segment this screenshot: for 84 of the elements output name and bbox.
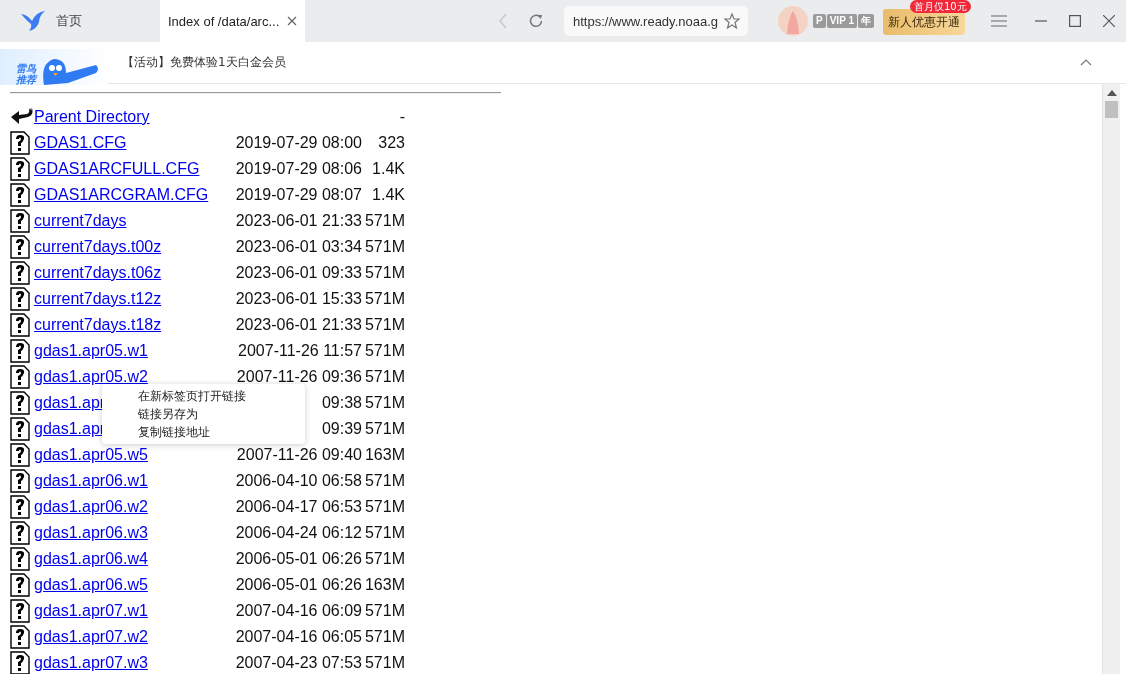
modified-date: 2007-04-23 07:53 bbox=[235, 654, 362, 671]
vip-badge: 年 bbox=[857, 14, 874, 28]
file-link[interactable]: GDAS1.CFG bbox=[34, 134, 127, 151]
file-size: 571M bbox=[364, 316, 405, 333]
file-link[interactable]: GDAS1ARCGRAM.CFG bbox=[34, 186, 209, 203]
file-link[interactable]: current7days.t12z bbox=[34, 290, 162, 307]
file-link[interactable]: current7days.t00z bbox=[34, 238, 162, 255]
file-link[interactable]: gdas1.apr05.w2 bbox=[34, 368, 148, 385]
file-size: 163M bbox=[364, 576, 405, 593]
file-size: 571M bbox=[364, 212, 405, 229]
modified-date: 2006-04-10 06:58 bbox=[235, 472, 362, 489]
modified-date: 2019-07-29 08:07 bbox=[235, 186, 362, 203]
file-link[interactable]: gdas1.apr06.w3 bbox=[34, 524, 148, 541]
file-link[interactable]: current7days bbox=[34, 212, 127, 229]
file-link[interactable]: gdas1.apr05.w1 bbox=[34, 342, 148, 359]
scrollbar[interactable] bbox=[1102, 84, 1120, 674]
modified-date: 2019-07-29 08:00 bbox=[235, 134, 362, 151]
file-link[interactable]: current7days.t18z bbox=[34, 316, 162, 333]
file-link[interactable]: gdas1.apr06.w1 bbox=[34, 472, 148, 489]
collapse-icon[interactable] bbox=[1080, 59, 1092, 66]
file-size: 571M bbox=[364, 498, 405, 515]
browser-tab[interactable]: Index of /data/arc... bbox=[160, 0, 305, 42]
reload-icon[interactable] bbox=[528, 13, 544, 29]
browser-tab[interactable]: 首页 bbox=[0, 0, 160, 42]
modified-date: 09:38 bbox=[321, 394, 362, 411]
bird-logo-icon bbox=[20, 10, 46, 32]
file-link[interactable]: gdas1.apr06.w5 bbox=[34, 576, 148, 593]
file-size: 323 bbox=[378, 134, 405, 151]
menu-icon[interactable] bbox=[990, 15, 1007, 27]
file-link[interactable]: gdas1.apr06.w2 bbox=[34, 498, 148, 515]
close-icon[interactable] bbox=[287, 16, 298, 26]
modified-date: 2006-04-24 06:12 bbox=[235, 524, 362, 541]
maximize-icon[interactable] bbox=[1068, 15, 1081, 27]
modified-date: 2006-04-17 06:53 bbox=[235, 498, 362, 515]
modified-date: 2023-06-01 21:33 bbox=[235, 212, 362, 229]
file-link[interactable]: gdas1.apr07.w1 bbox=[34, 602, 148, 619]
file-size: 571M bbox=[364, 524, 405, 541]
logo-text: 雷鸟 bbox=[16, 62, 36, 74]
file-size: 1.4K bbox=[372, 160, 405, 177]
modified-date: 2023-06-01 15:33 bbox=[235, 290, 362, 307]
file-size: 1.4K bbox=[372, 186, 405, 203]
file-link[interactable]: gdas1.apr05.w5 bbox=[34, 446, 148, 463]
promo-badge: 首月仅10元 bbox=[909, 0, 971, 13]
address-field[interactable]: https://www.ready.noaa.g bbox=[564, 6, 748, 36]
modified-date: 2023-06-01 03:34 bbox=[235, 238, 362, 255]
file-size: 571M bbox=[364, 550, 405, 567]
file-size: 163M bbox=[364, 446, 405, 463]
file-link[interactable]: GDAS1ARCFULL.CFG bbox=[34, 160, 200, 177]
modified-date: 2007-11-26 09:40 bbox=[236, 446, 362, 463]
file-size: 571M bbox=[364, 368, 405, 385]
modified-date: 2023-06-01 21:33 bbox=[235, 316, 362, 333]
file-link[interactable]: gdas1.apr06.w4 bbox=[34, 550, 148, 567]
file-link[interactable]: gdas1.apr07.w3 bbox=[34, 654, 148, 671]
modified-date: 2007-04-16 06:09 bbox=[235, 602, 362, 619]
file-size: 571M bbox=[364, 602, 405, 619]
file-link[interactable]: current7days.t06z bbox=[34, 264, 162, 281]
modified-date: 2006-05-01 06:26 bbox=[235, 576, 362, 593]
vip-badge: VIP 1 bbox=[826, 14, 857, 28]
file-size: 571M bbox=[364, 628, 405, 645]
star-icon[interactable] bbox=[724, 13, 740, 29]
file-link[interactable]: Parent Directory bbox=[34, 108, 150, 125]
close-icon[interactable] bbox=[1102, 15, 1115, 27]
promo-text[interactable]: 【活动】免费体验1天白金会员 bbox=[122, 54, 286, 71]
file-size: 571M bbox=[364, 342, 405, 359]
modified-date: 2007-11-26 11:57 bbox=[238, 342, 362, 359]
modified-date: 2023-06-01 09:33 bbox=[235, 264, 362, 281]
modified-date: 2007-04-16 06:05 bbox=[235, 628, 362, 645]
modified-date: 2007-11-26 09:36 bbox=[236, 368, 362, 385]
file-size: 571M bbox=[364, 472, 405, 489]
file-size: 571M bbox=[364, 264, 405, 281]
modified-date: 2006-05-01 06:26 bbox=[235, 550, 362, 567]
modified-date: 2019-07-29 08:06 bbox=[235, 160, 362, 177]
vip-badge: P bbox=[813, 14, 826, 28]
logo-text: 推荐 bbox=[16, 73, 36, 85]
scroll-thumb[interactable] bbox=[1105, 101, 1118, 118]
file-size: 571M bbox=[364, 394, 405, 411]
file-size: 571M bbox=[364, 654, 405, 671]
file-size: - bbox=[399, 108, 405, 125]
scroll-up-icon[interactable] bbox=[1106, 90, 1117, 96]
file-size: 571M bbox=[364, 420, 405, 437]
modified-date: 09:39 bbox=[321, 420, 362, 437]
file-size: 571M bbox=[364, 238, 405, 255]
file-size: 571M bbox=[364, 290, 405, 307]
file-link[interactable]: gdas1.apr07.w2 bbox=[34, 628, 148, 645]
